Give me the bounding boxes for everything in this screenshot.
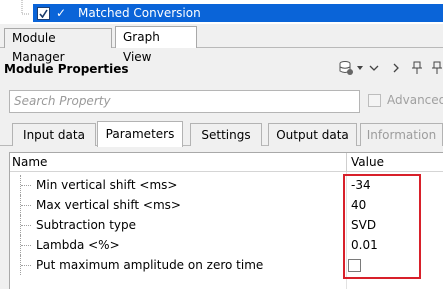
- panel-title: Module Properties: [4, 62, 129, 76]
- tab-settings[interactable]: Settings: [190, 123, 262, 146]
- tree-connector: [20, 215, 32, 235]
- tree-connector: [20, 235, 32, 255]
- tree-connector: [20, 175, 32, 195]
- tab-parameters[interactable]: Parameters: [97, 121, 183, 147]
- view-tab-strip: Module Manager Graph View: [0, 24, 443, 64]
- tree-item-checkbox[interactable]: [37, 6, 50, 20]
- pin-icon[interactable]: [410, 58, 424, 78]
- grid-header: Name Value: [10, 153, 443, 172]
- chevron-right-icon[interactable]: [389, 58, 403, 78]
- active-check-icon: ✓: [56, 6, 67, 20]
- highlight-box: [343, 174, 421, 279]
- parameter-tab-strip: Input data Parameters Settings Output da…: [0, 120, 443, 147]
- tab-graph-view[interactable]: Graph View: [115, 26, 197, 64]
- tab-label: Information: [366, 128, 437, 142]
- tree-item-label: Matched Conversion: [78, 6, 201, 20]
- tab-label: Input data: [23, 128, 85, 142]
- tab-label: Output data: [276, 128, 349, 142]
- tree-item-selected[interactable]: ✓ Matched Conversion: [33, 4, 443, 22]
- advanced-label: Advanced: [387, 93, 443, 107]
- column-header-name[interactable]: Name: [12, 155, 47, 169]
- tab-output-data[interactable]: Output data: [268, 123, 357, 146]
- advanced-checkbox[interactable]: [368, 93, 381, 107]
- tab-label: Parameters: [105, 127, 175, 141]
- column-header-value[interactable]: Value: [351, 155, 384, 169]
- dock-icon[interactable]: [430, 58, 443, 78]
- property-name: Max vertical shift <ms>: [36, 198, 181, 212]
- advanced-toggle[interactable]: Advanced: [368, 93, 443, 107]
- dropdown-arrow-icon[interactable]: [356, 58, 364, 78]
- property-grid: Name Value Min vertical shift <ms> -34 M…: [9, 152, 443, 289]
- tree-connector: [20, 255, 32, 275]
- tree-connector: [20, 195, 32, 215]
- property-name: Lambda <%>: [36, 238, 120, 252]
- tab-input-data[interactable]: Input data: [12, 123, 96, 146]
- checkmark-icon: [39, 9, 48, 18]
- search-property-input[interactable]: Search Property: [9, 90, 360, 113]
- module-properties-header: Module Properties: [0, 48, 443, 88]
- column-divider[interactable]: [346, 153, 347, 172]
- database-gear-icon[interactable]: [336, 58, 356, 78]
- tree-lines: [21, 0, 30, 15]
- chevron-down-icon[interactable]: [366, 58, 382, 78]
- property-name: Put maximum amplitude on zero time: [36, 258, 264, 272]
- tab-label: Settings: [201, 128, 251, 142]
- flow-tree: ✓ Matched Conversion: [0, 0, 443, 24]
- property-name: Subtraction type: [36, 218, 137, 232]
- property-name: Min vertical shift <ms>: [36, 178, 178, 192]
- app-window: ✓ Matched Conversion Module Manager Grap…: [0, 0, 443, 289]
- tab-module-manager[interactable]: Module Manager: [4, 28, 112, 64]
- tab-information: Information: [360, 123, 443, 146]
